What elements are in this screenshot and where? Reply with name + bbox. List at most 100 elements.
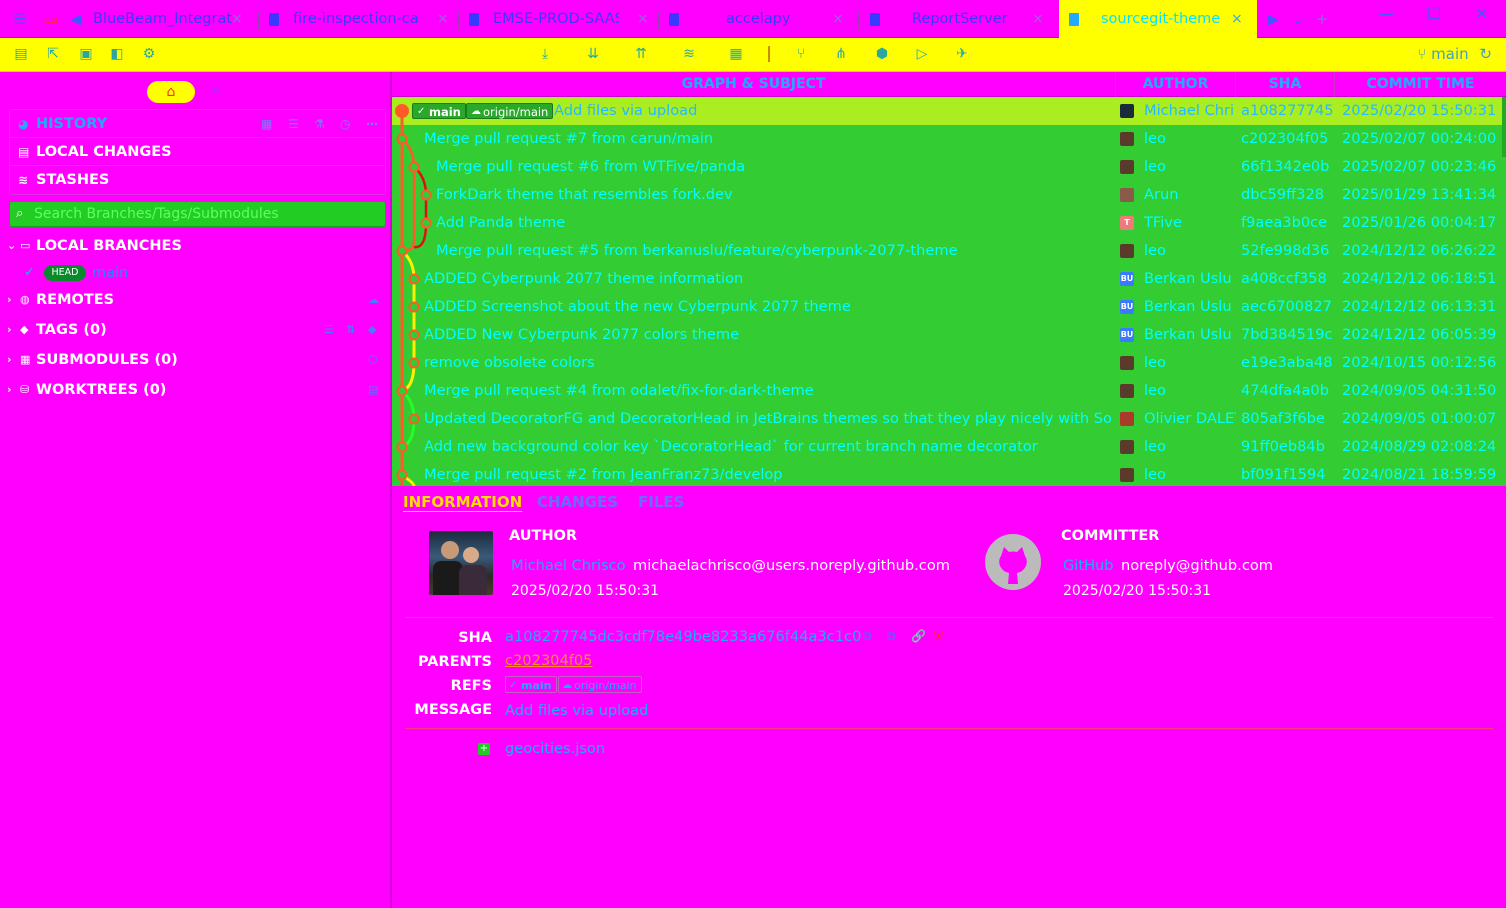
commit-subject: remove obsolete colors — [424, 354, 595, 371]
commit-row[interactable]: Merge pull request #7 from carun/main leo… — [392, 125, 1504, 153]
branch-search-input[interactable] — [34, 204, 379, 224]
tab-files[interactable]: FILES — [638, 493, 684, 511]
commit-row[interactable]: ADDED Cyberpunk 2077 theme information BU… — [392, 265, 1504, 293]
open-in-explorer-icon[interactable]: ▤ — [12, 45, 30, 63]
commit-row[interactable]: Merge pull request #2 from JeanFranz73/d… — [392, 461, 1504, 486]
pull-icon[interactable]: ⇊ — [584, 45, 602, 63]
scroll-tabs-left-icon[interactable]: ◀ — [66, 9, 86, 29]
commit-subject: Merge pull request #7 from carun/main — [424, 130, 714, 147]
sort-icon[interactable]: ⇅ — [346, 317, 355, 343]
copy-info-icon[interactable]: ⧉ — [887, 629, 896, 644]
clock-icon[interactable]: ◷ — [340, 110, 350, 138]
author-avatar — [1120, 132, 1134, 146]
fetch-icon[interactable]: ⤓ — [536, 45, 554, 63]
link-icon[interactable]: 🔗 — [911, 629, 926, 643]
submodules-section[interactable]: › ▦ SUBMODULES (0) ⬡ — [0, 347, 390, 373]
close-icon[interactable]: × — [832, 0, 844, 38]
nav-history[interactable]: ◕ HISTORY ▦ ☰ ⚗ ◷ ⋯ — [10, 110, 385, 138]
author-heading: AUTHOR — [509, 528, 578, 544]
close-icon[interactable]: × — [1231, 0, 1243, 38]
push-icon[interactable]: ⇈ — [632, 45, 650, 63]
apply-patch-icon[interactable]: ▦ — [727, 45, 745, 63]
committer-name[interactable]: GitHub — [1063, 557, 1114, 574]
tab-reportserver[interactable]: ReportServer × — [870, 0, 1058, 38]
close-icon[interactable]: × — [1032, 0, 1044, 38]
close-icon[interactable]: × — [437, 0, 449, 38]
tab-accelapy[interactable]: accelapy × — [669, 0, 857, 38]
custom-action-icon[interactable]: ▷ — [913, 45, 931, 63]
commit-row[interactable]: Add Panda theme T TFive f9aea3b0ce 2025/01/2… — [392, 209, 1504, 237]
more-icon[interactable]: ⋯ — [366, 110, 378, 138]
menu-icon[interactable]: ☰ — [10, 9, 30, 29]
commit-row[interactable]: ADDED Screenshot about the new Cyberpunk… — [392, 293, 1504, 321]
close-icon[interactable]: × — [637, 0, 649, 38]
commit-row[interactable]: Updated DecoratorFG and DecoratorHead in… — [392, 405, 1504, 433]
editor-icon[interactable]: ◧ — [108, 45, 126, 63]
add-submodule-icon[interactable]: ⬡ — [368, 347, 378, 373]
scroll-tabs-right-icon[interactable]: ▶ — [1263, 9, 1283, 29]
tab-bluebeam[interactable]: BlueBeam_Integrat × — [93, 0, 253, 38]
commit-row[interactable]: remove obsolete colors leo e19e3aba48 2024/… — [392, 349, 1504, 377]
stashes-icon: ≋ — [18, 173, 29, 187]
close-window-button[interactable]: ✕ — [1472, 4, 1492, 23]
filter-icon[interactable]: ⚗ — [314, 110, 325, 138]
commit-subject: Add Panda theme — [436, 214, 566, 231]
cleanup-icon[interactable]: ✈ — [953, 45, 971, 63]
commit-row[interactable]: ADDED New Cyberpunk 2077 colors theme BU B… — [392, 321, 1504, 349]
terminal-icon[interactable]: ▣ — [77, 45, 95, 63]
gitflow-icon[interactable]: ⋔ — [832, 45, 850, 63]
remotes-section[interactable]: › ◍ REMOTES ☁ — [0, 287, 390, 313]
copy-icon[interactable]: ⧉ — [863, 629, 872, 644]
open-external-icon[interactable]: ⇱ — [44, 45, 62, 63]
parent-link[interactable]: c202304f05 — [505, 652, 592, 669]
current-branch-indicator[interactable]: ⑂ main ↻ — [1417, 45, 1492, 63]
nav-stashes[interactable]: ≋ STASHES — [10, 166, 385, 194]
home-button[interactable]: ⌂ — [147, 81, 195, 103]
tab-changes[interactable]: CHANGES — [537, 493, 618, 511]
ref-local-badge[interactable]: ✓ main — [412, 103, 466, 119]
author-name[interactable]: Michael Chrisco — [511, 557, 626, 574]
commit-row[interactable]: ✓ main ☁ origin/main Add files via upload Mic… — [392, 97, 1504, 125]
column-commit-time[interactable]: COMMIT TIME — [1335, 72, 1506, 97]
stash-icon[interactable]: ≋ — [680, 45, 698, 63]
tab-emse-prod[interactable]: EMSE-PROD-SAAS × — [469, 0, 657, 38]
close-icon[interactable]: × — [231, 0, 243, 38]
commit-author: leo — [1144, 130, 1166, 147]
tag-list-icon[interactable]: ☰ — [324, 317, 334, 343]
scrollbar[interactable] — [1502, 97, 1506, 157]
sort-icon[interactable]: ☰ — [288, 110, 299, 138]
commit-row[interactable]: Merge pull request #4 from odalet/fix-fo… — [392, 377, 1504, 405]
commit-sha: aec6700827 — [1241, 298, 1332, 315]
tags-section[interactable]: › ◆ TAGS (0) ☰ ⇅ ◆ — [0, 317, 390, 343]
column-graph-subject[interactable]: GRAPH & SUBJECT — [392, 72, 1116, 97]
nav-local-changes[interactable]: ▤ LOCAL CHANGES — [10, 138, 385, 166]
commit-row[interactable]: Merge pull request #5 from berkanuslu/fe… — [392, 237, 1504, 265]
changed-file[interactable]: geocities.json — [505, 740, 605, 757]
tab-sourcegit-theme[interactable]: sourcegit-theme × — [1059, 0, 1257, 38]
tab-list-icon[interactable]: ⌄ — [1288, 9, 1308, 29]
tab-divider — [658, 11, 659, 29]
commit-row[interactable]: Merge pull request #6 from WTFive/panda l… — [392, 153, 1504, 181]
minimize-button[interactable]: — — [1376, 4, 1396, 23]
worktrees-section[interactable]: › ⛁ WORKTREES (0) ▤ — [0, 377, 390, 403]
add-worktree-icon[interactable]: ▤ — [368, 377, 378, 403]
add-tag-icon[interactable]: ◆ — [368, 317, 376, 343]
commit-row[interactable]: ForkDark theme that resembles fork.dev Ar… — [392, 181, 1504, 209]
new-branch-icon[interactable]: ⑂ — [792, 45, 810, 63]
ref-remote-badge[interactable]: ☁ origin/main — [466, 103, 554, 119]
local-branches-section[interactable]: ⌄ ▭ LOCAL BRANCHES — [0, 233, 390, 259]
column-author[interactable]: AUTHOR — [1116, 72, 1236, 97]
add-tab-button[interactable]: + — [1312, 9, 1332, 29]
tab-information[interactable]: INFORMATION — [403, 493, 522, 511]
refresh-icon[interactable]: ↻ — [1479, 45, 1492, 63]
author-avatar — [1120, 384, 1134, 398]
layout-icon[interactable]: ▦ — [261, 110, 272, 138]
column-sha[interactable]: SHA — [1236, 72, 1335, 97]
lfs-icon[interactable]: ⬢ — [873, 45, 891, 63]
tab-fire-inspection[interactable]: fire-inspection-calc × — [269, 0, 457, 38]
search-icon[interactable]: ⌕ — [212, 82, 220, 98]
maximize-button[interactable]: ☐ — [1424, 4, 1444, 23]
settings-icon[interactable]: ⚙ — [140, 45, 158, 63]
commit-row[interactable]: Add new background color key `DecoratorH… — [392, 433, 1504, 461]
add-remote-icon[interactable]: ☁ — [368, 287, 379, 313]
